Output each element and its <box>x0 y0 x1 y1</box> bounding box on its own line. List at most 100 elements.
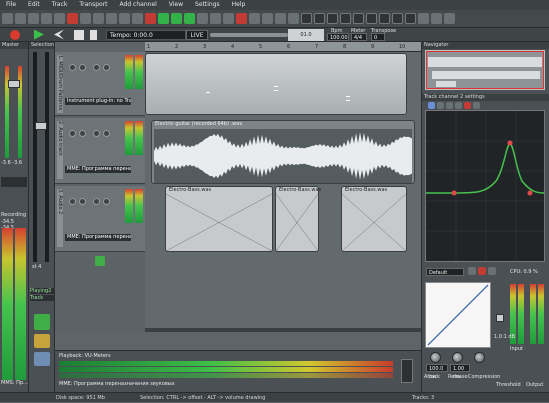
arrange-area[interactable]: Electric-guitar (recorded 64b) .wav Elec… <box>145 52 421 332</box>
solo-button[interactable] <box>79 64 86 71</box>
mute-tool-icon[interactable] <box>80 13 91 24</box>
folder-icon[interactable] <box>34 334 50 348</box>
selection-fader[interactable] <box>35 122 47 130</box>
solo-button[interactable] <box>79 130 86 137</box>
settings-icon[interactable] <box>34 352 50 366</box>
play-button[interactable] <box>34 29 44 40</box>
copy-icon[interactable] <box>210 13 221 24</box>
eq-reset-icon[interactable] <box>464 102 471 109</box>
preset-delete-icon[interactable] <box>478 267 486 275</box>
marker-tool-icon[interactable] <box>392 13 403 24</box>
undo-icon[interactable] <box>418 13 429 24</box>
pan-tool-icon[interactable] <box>379 13 390 24</box>
eq-band-1-handle[interactable] <box>451 190 457 196</box>
record-button[interactable] <box>10 29 20 40</box>
track-header-1[interactable]: 1. MIDI/Drum Patterns Instrument plug-in… <box>55 52 145 116</box>
record-arm-button[interactable] <box>93 64 100 71</box>
menu-transport[interactable]: Transport <box>79 0 107 10</box>
midi-clip[interactable] <box>145 53 407 115</box>
selection-plugin-2[interactable]: Track Co... <box>30 295 55 301</box>
release-field[interactable]: 1.00 ms <box>450 364 470 380</box>
timeline-ruler[interactable]: 1 2 3 4 5 6 7 8 9 10 <box>145 42 421 52</box>
eq-graph[interactable] <box>425 110 545 262</box>
record-arm-button[interactable] <box>93 130 100 137</box>
bpm-field[interactable]: 100.00 <box>327 33 349 41</box>
guitar-audio-clip[interactable]: Electric-guitar (recorded 64b) .wav <box>151 120 415 184</box>
menu-help[interactable]: Help <box>232 0 246 10</box>
eq-band-2-handle[interactable] <box>507 140 513 146</box>
track-device-label[interactable]: MME: Программа переназначения <box>65 166 131 173</box>
meter-panel-scrollbar[interactable] <box>401 359 413 383</box>
compression-knob[interactable] <box>474 352 485 363</box>
grid-icon[interactable] <box>288 13 299 24</box>
horizontal-scrollbar[interactable] <box>145 328 421 332</box>
solo-tool-icon[interactable] <box>93 13 104 24</box>
menu-edit[interactable]: Edit <box>28 0 40 10</box>
volume-tool-icon[interactable] <box>366 13 377 24</box>
split-tool-icon[interactable] <box>327 13 338 24</box>
eq-bypass-icon[interactable] <box>473 102 480 109</box>
view-arrange-icon[interactable] <box>158 13 169 24</box>
eq-band-3-handle[interactable] <box>527 190 533 196</box>
keyboard-icon[interactable] <box>145 13 156 24</box>
stop-button[interactable] <box>74 29 84 40</box>
track-device-label[interactable]: Instrument plug-in: no Track Drums <box>65 98 131 105</box>
selection-plugin-1[interactable]: Playing2 <box>30 288 55 294</box>
menu-settings[interactable]: Settings <box>195 0 220 10</box>
mute-button[interactable] <box>69 130 76 137</box>
bass-audio-clip-2[interactable]: Electro-Bass.wav <box>275 186 321 252</box>
glue-tool-icon[interactable] <box>119 13 130 24</box>
monitor-button[interactable] <box>103 64 110 71</box>
view-edit-icon[interactable] <box>184 13 195 24</box>
track-device-label[interactable]: MME: Программа переназначения <box>65 234 131 241</box>
live-button[interactable]: LIVE <box>186 30 208 40</box>
meter-field[interactable]: 4/4 <box>351 33 367 41</box>
view-mix-icon[interactable] <box>171 13 182 24</box>
loop-icon[interactable] <box>249 13 260 24</box>
stretch-tool-icon[interactable] <box>340 13 351 24</box>
plugin-tree-icon[interactable] <box>34 314 50 330</box>
erase-tool-icon[interactable] <box>28 13 39 24</box>
delete-icon[interactable] <box>236 13 247 24</box>
help-icon[interactable] <box>444 13 455 24</box>
menu-track[interactable]: Track <box>52 0 68 10</box>
paste-icon[interactable] <box>223 13 234 24</box>
curve-tool-icon[interactable] <box>301 13 312 24</box>
mute-button[interactable] <box>69 64 76 71</box>
eq-save-icon[interactable] <box>437 102 444 109</box>
eq-preset-icon[interactable] <box>428 102 435 109</box>
fade-tool-icon[interactable] <box>132 13 143 24</box>
threshold-fader[interactable] <box>496 314 504 322</box>
snap-icon[interactable] <box>275 13 286 24</box>
menu-view[interactable]: View <box>169 0 183 10</box>
bass-audio-clip-3[interactable]: Electro-Bass.wav <box>341 186 407 252</box>
pointer-tool-icon[interactable] <box>2 13 13 24</box>
record-tool-icon[interactable] <box>67 13 78 24</box>
track-header-3[interactable]: 3. Audio 2 MME: Программа переназначения <box>55 186 145 252</box>
eq-copy-icon[interactable] <box>455 102 462 109</box>
move-tool-icon[interactable] <box>41 13 52 24</box>
navigator-viewport[interactable] <box>426 51 544 89</box>
compressor-curve[interactable] <box>425 282 491 348</box>
menu-add-channel[interactable]: Add channel <box>120 0 157 10</box>
preset-settings-icon[interactable] <box>488 267 496 275</box>
track-header-2[interactable]: 2. Audio track MME: Программа переназнач… <box>55 118 145 184</box>
monitor-button[interactable] <box>103 130 110 137</box>
time-slider[interactable] <box>210 33 288 37</box>
record-arm-button[interactable] <box>93 198 100 205</box>
pause-button[interactable] <box>90 29 97 40</box>
envelope-tool-icon[interactable] <box>314 13 325 24</box>
metronome-icon[interactable] <box>262 13 273 24</box>
region-tool-icon[interactable] <box>405 13 416 24</box>
solo-button[interactable] <box>79 198 86 205</box>
master-plugin-slot[interactable] <box>1 177 27 187</box>
preset-select[interactable]: Default <box>426 268 464 276</box>
mute-button[interactable] <box>69 198 76 205</box>
rewind-button[interactable] <box>54 29 64 40</box>
transpose-field[interactable]: 0 <box>371 33 385 41</box>
draw-tool-icon[interactable] <box>15 13 26 24</box>
attack-knob[interactable] <box>430 352 441 363</box>
menu-file[interactable]: File <box>6 0 16 10</box>
eq-load-icon[interactable] <box>446 102 453 109</box>
attack-field[interactable]: 100.0 ms <box>426 364 448 380</box>
